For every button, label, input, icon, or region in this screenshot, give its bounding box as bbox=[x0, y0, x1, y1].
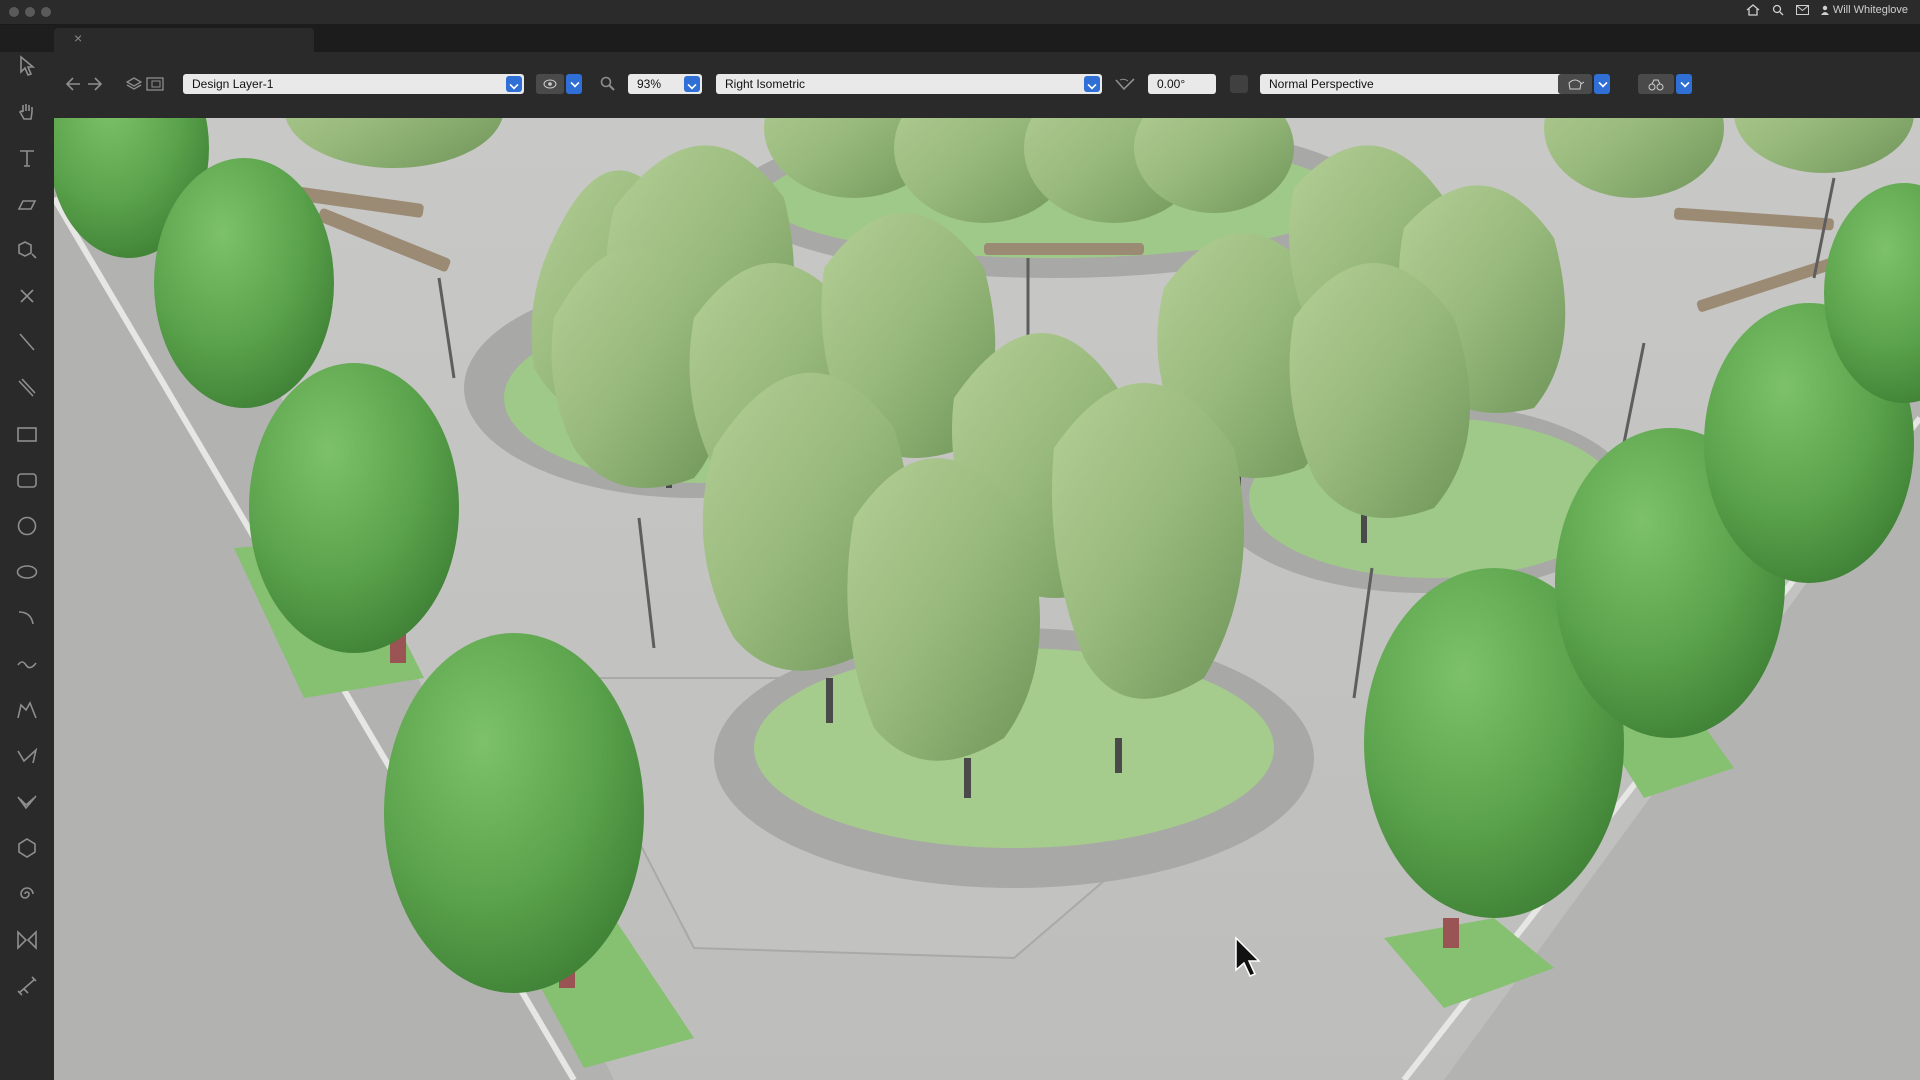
double-line-tool-icon[interactable] bbox=[13, 374, 41, 402]
tree-trunk bbox=[1115, 738, 1122, 773]
chevron-down-icon[interactable] bbox=[506, 76, 522, 92]
attribute-tool-icon[interactable] bbox=[13, 236, 41, 264]
rotation-value: 0.00° bbox=[1157, 77, 1186, 91]
park-render bbox=[54, 118, 1920, 1080]
polyline-tool-icon[interactable] bbox=[13, 696, 41, 724]
lighting-button[interactable] bbox=[1638, 74, 1674, 94]
view-value: Right Isometric bbox=[725, 77, 806, 91]
zoom-value: 93% bbox=[637, 77, 662, 91]
mail-icon[interactable] bbox=[1795, 5, 1809, 15]
home-icon[interactable] bbox=[1746, 4, 1760, 16]
projection-value: Normal Perspective bbox=[1269, 77, 1374, 91]
tree-canopy-light bbox=[847, 458, 1040, 761]
selection-tool-icon[interactable] bbox=[13, 52, 41, 80]
back-arrow-icon[interactable] bbox=[64, 76, 82, 97]
teapot-icon bbox=[1566, 77, 1585, 96]
tree-trunk bbox=[964, 758, 971, 798]
perspective-toggle[interactable] bbox=[1230, 75, 1248, 93]
render-mode-button[interactable] bbox=[1558, 74, 1592, 94]
nav-arrows bbox=[64, 74, 104, 94]
title-bar: Will Whiteglove bbox=[0, 0, 1920, 25]
spiral-tool-icon[interactable] bbox=[13, 880, 41, 908]
zoom-icon[interactable] bbox=[600, 76, 616, 96]
x-tool-icon[interactable] bbox=[13, 282, 41, 310]
eye-icon bbox=[543, 77, 557, 96]
freehand-tool-icon[interactable] bbox=[13, 650, 41, 678]
oval-tool-icon[interactable] bbox=[13, 558, 41, 586]
layers-icon[interactable] bbox=[125, 76, 143, 96]
rectangle-tool-icon[interactable] bbox=[13, 420, 41, 448]
regular-polygon-tool-icon[interactable] bbox=[13, 834, 41, 862]
view-bar: Design Layer-1 93% Right Isometric 0.00°… bbox=[54, 52, 1920, 118]
visibility-dropdown-button[interactable] bbox=[566, 74, 582, 94]
tree-trunk bbox=[1361, 513, 1367, 543]
circle-tool-icon[interactable] bbox=[13, 512, 41, 540]
drawing-viewport[interactable] bbox=[54, 118, 1920, 1080]
glasses-icon bbox=[1648, 78, 1664, 96]
tool-palette bbox=[0, 52, 54, 1080]
visibility-button[interactable] bbox=[536, 74, 564, 94]
pan-tool-icon[interactable] bbox=[13, 98, 41, 126]
line-tool-icon[interactable] bbox=[13, 328, 41, 356]
bench bbox=[984, 243, 1144, 255]
rotation-icon[interactable] bbox=[1114, 76, 1138, 96]
rounded-rectangle-tool-icon[interactable] bbox=[13, 466, 41, 494]
double-line-polygon-tool-icon[interactable] bbox=[13, 788, 41, 816]
zoom-dropdown[interactable]: 93% bbox=[628, 74, 702, 94]
arc-tool-icon[interactable] bbox=[13, 604, 41, 632]
search-user-icon[interactable] bbox=[1772, 4, 1784, 16]
layer-dropdown[interactable]: Design Layer-1 bbox=[183, 74, 524, 94]
callout-tool-icon[interactable] bbox=[13, 190, 41, 218]
text-tool-icon[interactable] bbox=[13, 144, 41, 172]
status-user-name[interactable]: Will Whiteglove bbox=[1833, 4, 1908, 16]
document-tab-strip: × bbox=[54, 24, 1920, 52]
lighting-dropdown-button[interactable] bbox=[1676, 74, 1692, 94]
mirror-tool-icon[interactable] bbox=[13, 926, 41, 954]
chevron-down-icon[interactable] bbox=[684, 76, 700, 92]
tree-canopy-dark bbox=[384, 633, 644, 993]
sheet-icon[interactable] bbox=[146, 76, 164, 96]
polygon-tool-icon[interactable] bbox=[13, 742, 41, 770]
render-mode-dropdown-button[interactable] bbox=[1594, 74, 1610, 94]
minimize-window-button[interactable] bbox=[25, 7, 35, 17]
close-tab-icon[interactable]: × bbox=[74, 30, 82, 46]
dimension-tool-icon[interactable] bbox=[13, 972, 41, 1000]
projection-dropdown[interactable]: Normal Perspective bbox=[1260, 74, 1588, 94]
tree-trunk bbox=[1443, 918, 1459, 948]
close-window-button[interactable] bbox=[9, 7, 19, 17]
status-area: Will Whiteglove bbox=[1746, 4, 1908, 16]
rotation-field[interactable]: 0.00° bbox=[1148, 74, 1216, 94]
tree-trunk bbox=[826, 678, 833, 723]
tree-canopy-dark bbox=[154, 158, 334, 408]
layer-dropdown-value: Design Layer-1 bbox=[192, 77, 274, 91]
user-icon bbox=[1820, 5, 1829, 15]
document-tab[interactable]: × bbox=[54, 28, 314, 52]
view-dropdown[interactable]: Right Isometric bbox=[716, 74, 1102, 94]
forward-arrow-icon[interactable] bbox=[86, 76, 104, 97]
zoom-window-button[interactable] bbox=[41, 7, 51, 17]
tree-canopy-dark bbox=[249, 363, 459, 653]
chevron-down-icon[interactable] bbox=[1084, 76, 1100, 92]
